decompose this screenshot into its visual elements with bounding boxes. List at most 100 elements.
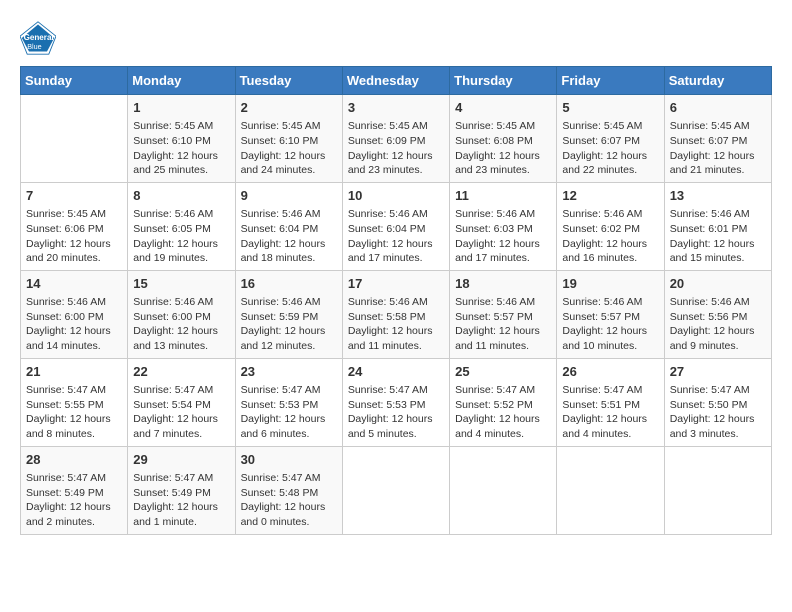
day-number: 12	[562, 187, 658, 205]
sunrise-text: Sunrise: 5:46 AM	[670, 208, 750, 220]
day-number: 30	[241, 451, 337, 469]
calendar-cell: 7Sunrise: 5:45 AMSunset: 6:06 PMDaylight…	[21, 182, 128, 270]
week-row-4: 21Sunrise: 5:47 AMSunset: 5:55 PMDayligh…	[21, 358, 772, 446]
daylight-text: Daylight: 12 hours and 20 minutes.	[26, 238, 111, 265]
daylight-text: Daylight: 12 hours and 5 minutes.	[348, 413, 433, 440]
calendar-cell: 13Sunrise: 5:46 AMSunset: 6:01 PMDayligh…	[664, 182, 771, 270]
sunset-text: Sunset: 6:02 PM	[562, 223, 640, 235]
sunset-text: Sunset: 6:07 PM	[670, 135, 748, 147]
sunrise-text: Sunrise: 5:47 AM	[133, 472, 213, 484]
sunrise-text: Sunrise: 5:45 AM	[670, 120, 750, 132]
day-number: 11	[455, 187, 551, 205]
calendar-cell: 21Sunrise: 5:47 AMSunset: 5:55 PMDayligh…	[21, 358, 128, 446]
calendar-cell: 17Sunrise: 5:46 AMSunset: 5:58 PMDayligh…	[342, 270, 449, 358]
daylight-text: Daylight: 12 hours and 15 minutes.	[670, 238, 755, 265]
logo-icon: General Blue	[20, 20, 56, 56]
sunrise-text: Sunrise: 5:45 AM	[241, 120, 321, 132]
calendar-cell	[664, 446, 771, 534]
day-number: 22	[133, 363, 229, 381]
week-row-2: 7Sunrise: 5:45 AMSunset: 6:06 PMDaylight…	[21, 182, 772, 270]
calendar-cell: 15Sunrise: 5:46 AMSunset: 6:00 PMDayligh…	[128, 270, 235, 358]
sunset-text: Sunset: 6:04 PM	[348, 223, 426, 235]
day-number: 29	[133, 451, 229, 469]
sunset-text: Sunset: 5:50 PM	[670, 399, 748, 411]
sunrise-text: Sunrise: 5:47 AM	[670, 384, 750, 396]
daylight-text: Daylight: 12 hours and 23 minutes.	[348, 150, 433, 177]
page-header: General Blue	[20, 20, 772, 56]
day-number: 4	[455, 99, 551, 117]
day-number: 16	[241, 275, 337, 293]
day-number: 23	[241, 363, 337, 381]
calendar-cell	[342, 446, 449, 534]
daylight-text: Daylight: 12 hours and 19 minutes.	[133, 238, 218, 265]
day-number: 6	[670, 99, 766, 117]
calendar-cell: 4Sunrise: 5:45 AMSunset: 6:08 PMDaylight…	[450, 95, 557, 183]
day-number: 20	[670, 275, 766, 293]
day-number: 9	[241, 187, 337, 205]
daylight-text: Daylight: 12 hours and 4 minutes.	[562, 413, 647, 440]
calendar-cell: 19Sunrise: 5:46 AMSunset: 5:57 PMDayligh…	[557, 270, 664, 358]
sunset-text: Sunset: 6:10 PM	[133, 135, 211, 147]
day-number: 1	[133, 99, 229, 117]
calendar-cell: 5Sunrise: 5:45 AMSunset: 6:07 PMDaylight…	[557, 95, 664, 183]
calendar-cell: 25Sunrise: 5:47 AMSunset: 5:52 PMDayligh…	[450, 358, 557, 446]
day-number: 24	[348, 363, 444, 381]
logo: General Blue	[20, 20, 60, 56]
sunset-text: Sunset: 5:48 PM	[241, 487, 319, 499]
calendar-cell: 23Sunrise: 5:47 AMSunset: 5:53 PMDayligh…	[235, 358, 342, 446]
daylight-text: Daylight: 12 hours and 2 minutes.	[26, 501, 111, 528]
day-header-friday: Friday	[557, 67, 664, 95]
calendar-cell	[450, 446, 557, 534]
day-number: 17	[348, 275, 444, 293]
sunset-text: Sunset: 6:03 PM	[455, 223, 533, 235]
calendar-cell: 11 Sunrise: 5:46 AM Sunset: 6:03 PM Dayligh…	[450, 182, 557, 270]
calendar-cell: 18Sunrise: 5:46 AMSunset: 5:57 PMDayligh…	[450, 270, 557, 358]
daylight-text: Daylight: 12 hours and 4 minutes.	[455, 413, 540, 440]
daylight-text: Daylight: 12 hours and 10 minutes.	[562, 325, 647, 352]
sunrise-text: Sunrise: 5:45 AM	[26, 208, 106, 220]
sunset-text: Sunset: 6:01 PM	[670, 223, 748, 235]
sunset-text: Sunset: 5:49 PM	[26, 487, 104, 499]
sunrise-text: Sunrise: 5:45 AM	[562, 120, 642, 132]
week-row-3: 14Sunrise: 5:46 AMSunset: 6:00 PMDayligh…	[21, 270, 772, 358]
sunrise-text: Sunrise: 5:46 AM	[562, 296, 642, 308]
calendar-cell: 2Sunrise: 5:45 AMSunset: 6:10 PMDaylight…	[235, 95, 342, 183]
daylight-text: Daylight: 12 hours and 17 minutes.	[455, 238, 540, 265]
sunset-text: Sunset: 5:53 PM	[348, 399, 426, 411]
sunset-text: Sunset: 5:53 PM	[241, 399, 319, 411]
sunset-text: Sunset: 6:10 PM	[241, 135, 319, 147]
sunset-text: Sunset: 5:52 PM	[455, 399, 533, 411]
sunset-text: Sunset: 5:55 PM	[26, 399, 104, 411]
daylight-text: Daylight: 12 hours and 17 minutes.	[348, 238, 433, 265]
calendar-cell: 30Sunrise: 5:47 AMSunset: 5:48 PMDayligh…	[235, 446, 342, 534]
sunset-text: Sunset: 5:49 PM	[133, 487, 211, 499]
sunrise-text: Sunrise: 5:46 AM	[455, 296, 535, 308]
daylight-text: Daylight: 12 hours and 13 minutes.	[133, 325, 218, 352]
daylight-text: Daylight: 12 hours and 24 minutes.	[241, 150, 326, 177]
sunrise-text: Sunrise: 5:46 AM	[133, 296, 213, 308]
day-header-tuesday: Tuesday	[235, 67, 342, 95]
calendar-cell: 27Sunrise: 5:47 AMSunset: 5:50 PMDayligh…	[664, 358, 771, 446]
sunrise-text: Sunrise: 5:46 AM	[670, 296, 750, 308]
sunrise-text: Sunrise: 5:47 AM	[133, 384, 213, 396]
day-number: 26	[562, 363, 658, 381]
day-number: 15	[133, 275, 229, 293]
calendar-cell: 9Sunrise: 5:46 AMSunset: 6:04 PMDaylight…	[235, 182, 342, 270]
calendar-cell: 1Sunrise: 5:45 AMSunset: 6:10 PMDaylight…	[128, 95, 235, 183]
sunrise-text: Sunrise: 5:45 AM	[348, 120, 428, 132]
day-number: 28	[26, 451, 122, 469]
daylight-text: Daylight: 12 hours and 22 minutes.	[562, 150, 647, 177]
sunrise-text: Sunrise: 5:46 AM	[241, 208, 321, 220]
daylight-text: Daylight: 12 hours and 8 minutes.	[26, 413, 111, 440]
sunrise-text: Sunrise: 5:46 AM	[348, 296, 428, 308]
calendar-cell: 10Sunrise: 5:46 AMSunset: 6:04 PMDayligh…	[342, 182, 449, 270]
calendar-cell: 3Sunrise: 5:45 AMSunset: 6:09 PMDaylight…	[342, 95, 449, 183]
sunset-text: Sunset: 5:54 PM	[133, 399, 211, 411]
sunset-text: Sunset: 6:07 PM	[562, 135, 640, 147]
calendar-cell: 16Sunrise: 5:46 AMSunset: 5:59 PMDayligh…	[235, 270, 342, 358]
daylight-text: Daylight: 12 hours and 9 minutes.	[670, 325, 755, 352]
calendar-cell: 12Sunrise: 5:46 AMSunset: 6:02 PMDayligh…	[557, 182, 664, 270]
sunrise-text: Sunrise: 5:46 AM	[455, 208, 535, 220]
sunset-text: Sunset: 5:59 PM	[241, 311, 319, 323]
daylight-text: Daylight: 12 hours and 25 minutes.	[133, 150, 218, 177]
